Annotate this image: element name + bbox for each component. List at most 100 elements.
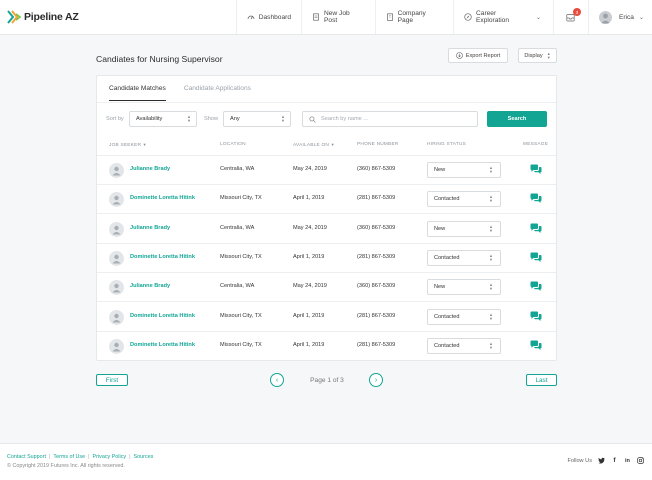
candidate-avatar: [109, 309, 124, 325]
message-icon[interactable]: [530, 311, 542, 322]
candidate-name-link[interactable]: Julianne Brady: [130, 166, 170, 172]
search-button[interactable]: Search: [487, 111, 547, 127]
person-icon: [112, 313, 121, 322]
column-header-hiring-status: HIRING STATUS: [427, 142, 466, 147]
message-icon[interactable]: [530, 164, 542, 175]
candidate-available-date: May 24, 2019: [293, 283, 327, 290]
sort-by-value: Availability: [136, 116, 163, 122]
candidate-name-link[interactable]: Dominette Loretta Hitink: [130, 195, 195, 201]
person-icon: [112, 166, 121, 176]
footer-link-sources[interactable]: Sources: [134, 454, 154, 460]
filter-bar: Sort by Availability ▲ ▼ Show Any ▲ ▼ Sear…: [106, 111, 548, 128]
sort-arrows-icon: ▲ ▼: [489, 340, 493, 350]
person-icon: [112, 254, 121, 264]
message-icon[interactable]: [530, 252, 542, 263]
copyright-text: © Copyright 2019 Futures Inc. All rights…: [7, 463, 125, 469]
sort-arrows-icon: ▲ ▼: [489, 194, 493, 204]
table-row: Dominette Loretta Hitink Missouri City, T…: [97, 244, 556, 273]
column-header-location: LOCATION: [220, 142, 246, 147]
footer-link-terms[interactable]: Terms of Use: [53, 454, 85, 460]
person-icon: [112, 342, 121, 352]
candidate-name-link[interactable]: Dominette Loretta Hitink: [130, 254, 195, 260]
candidate-location: Missouri City, TX: [220, 341, 262, 348]
hiring-status-value: New: [434, 284, 446, 291]
hiring-status-select[interactable]: New ▲ ▼: [427, 162, 501, 178]
candidate-phone: (281) 867-5309: [357, 253, 396, 260]
candidate-name-link[interactable]: Dominette Loretta Hitink: [130, 342, 195, 348]
nav-dashboard[interactable]: Dashboard: [235, 0, 301, 34]
brand-logo[interactable]: Pipeline AZ: [0, 0, 236, 34]
table-header: JOB SEEKER ▼ LOCATION AVAILABLE ON ▼ PHO…: [97, 142, 556, 152]
tab-candidate-applications[interactable]: Candidate Applications: [184, 85, 251, 101]
nav-career-exploration-label: Career Exploration: [476, 10, 510, 24]
show-label: Show: [204, 116, 218, 122]
candidate-name-link[interactable]: Julianne Brady: [130, 283, 170, 289]
sort-arrows-icon: ▲ ▼: [489, 282, 493, 292]
user-menu[interactable]: Erica ⌄: [587, 0, 652, 34]
candidate-phone: (281) 867-5309: [357, 312, 396, 319]
first-page-button[interactable]: First: [96, 374, 128, 386]
table-row: Dominette Loretta Hitink Missouri City, T…: [97, 332, 556, 361]
last-page-button[interactable]: Last: [526, 374, 557, 386]
candidate-name-link[interactable]: Dominette Loretta Hitink: [130, 313, 195, 319]
candidate-available-date: April 1, 2019: [293, 341, 325, 348]
hiring-status-select[interactable]: Contacted ▲ ▼: [427, 191, 501, 208]
building-icon: [386, 13, 393, 21]
footer: Contact Support | Terms of Use | Privacy P…: [0, 443, 652, 480]
instagram-icon[interactable]: [637, 457, 644, 464]
page-title: Candiates for Nursing Supervisor: [96, 54, 223, 64]
hiring-status-select[interactable]: Contacted ▲ ▼: [427, 249, 501, 266]
linkedin-icon[interactable]: in: [624, 457, 631, 464]
candidate-location: Missouri City, TX: [220, 312, 262, 319]
hiring-status-value: New: [434, 225, 446, 232]
footer-link-privacy[interactable]: Privacy Policy: [93, 454, 127, 460]
search-input[interactable]: [321, 116, 471, 122]
hiring-status-value: Contacted: [434, 254, 460, 261]
follow-us-label: Follow Us: [567, 457, 592, 464]
message-icon[interactable]: [530, 193, 542, 204]
nav-company-page[interactable]: Company Page: [374, 0, 453, 34]
candidate-name-link[interactable]: Julianne Brady: [130, 225, 170, 231]
footer-link-contact-support[interactable]: Contact Support: [7, 454, 46, 460]
hiring-status-value: Contacted: [434, 342, 460, 349]
sort-arrows-icon: ▲ ▼: [546, 50, 551, 60]
hiring-status-select[interactable]: Contacted ▲ ▼: [427, 308, 501, 325]
notification-count-badge: 3: [572, 8, 581, 16]
message-icon[interactable]: [530, 340, 542, 351]
column-header-job-seeker[interactable]: JOB SEEKER ▼: [109, 142, 147, 148]
show-select[interactable]: Any ▲ ▼: [223, 111, 291, 127]
column-header-available-on[interactable]: AVAILABLE ON ▼: [293, 142, 335, 148]
candidate-location: Missouri City, TX: [220, 253, 262, 260]
chevron-down-icon: ⌄: [638, 14, 644, 21]
sort-arrows-icon: ▲ ▼: [489, 223, 493, 233]
candidate-available-date: April 1, 2019: [293, 195, 325, 202]
nav-new-job-post[interactable]: New Job Post: [301, 0, 375, 34]
facebook-icon[interactable]: f: [611, 457, 618, 464]
message-icon[interactable]: [530, 281, 542, 292]
divider: |: [48, 454, 51, 460]
tab-candidate-matches[interactable]: Candidate Matches: [109, 85, 166, 101]
top-navigation: Pipeline AZ Dashboard New Job Post Compa…: [0, 0, 652, 35]
nav-career-exploration[interactable]: Career Exploration ⌄: [453, 0, 553, 34]
brand-name: Pipeline AZ: [24, 11, 79, 23]
hiring-status-select[interactable]: Contacted ▲ ▼: [427, 337, 501, 354]
previous-page-button[interactable]: ‹: [270, 373, 284, 387]
candidate-avatar: [109, 163, 124, 178]
display-dropdown[interactable]: Display ▲ ▼: [518, 48, 557, 63]
candidate-tabs: Candidate Matches Candidate Applications: [109, 85, 251, 101]
sort-by-select[interactable]: Availability ▲ ▼: [129, 111, 197, 127]
notifications-button[interactable]: 3: [552, 0, 588, 34]
chevron-down-icon: ⌄: [535, 14, 541, 21]
hiring-status-select[interactable]: New ▲ ▼: [427, 220, 501, 237]
column-header-message: MESSAGE: [523, 142, 549, 147]
table-row: Julianne Brady Centralia, WA May 24, 2019 (…: [97, 156, 556, 185]
hiring-status-select[interactable]: New ▲ ▼: [427, 279, 501, 296]
table-row: Dominette Loretta Hitink Missouri City, T…: [97, 185, 556, 215]
candidate-avatar: [109, 221, 124, 237]
twitter-icon[interactable]: [598, 457, 605, 464]
next-page-button[interactable]: ›: [369, 373, 383, 387]
message-icon[interactable]: [530, 223, 542, 234]
user-name: Erica: [618, 13, 634, 21]
export-report-button[interactable]: Export Report: [448, 48, 508, 63]
candidate-location: Centralia, WA: [220, 166, 255, 172]
